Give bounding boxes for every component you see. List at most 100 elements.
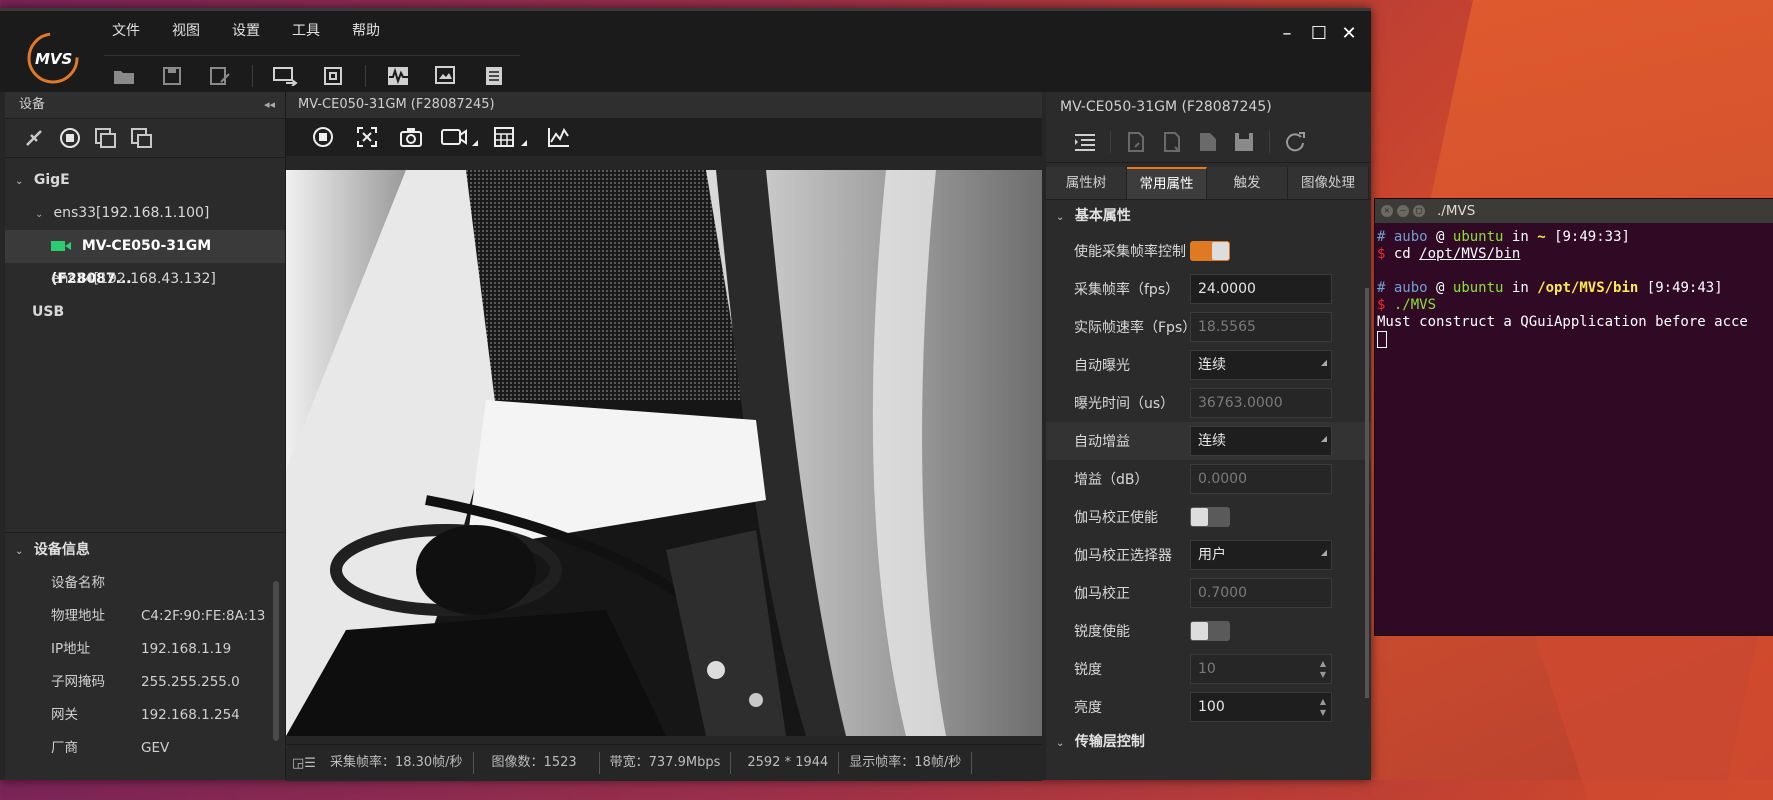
spin-arrows-icon: ▲ ▼ [1319,659,1326,679]
save-as-icon[interactable] [200,60,240,92]
prop-gamma-selector: 伽马校正选择器 用户 ◢ [1046,536,1371,574]
section-basic-properties[interactable]: ⌄ 基本属性 [1046,200,1371,232]
menu-file[interactable]: 文件 [96,17,156,45]
actual-fps-field: 18.5565 [1190,312,1332,342]
stop-grab-icon[interactable] [306,122,340,152]
auto-exposure-select[interactable]: 连续 ◢ [1190,350,1332,380]
menu-view[interactable]: 视图 [156,17,216,45]
info-row: 设备名称 [51,575,105,591]
toolbar-separator [252,65,253,87]
image-view-panel: MV-CE050-31GM (F28087245) ◲☰ 采集帧率：18.30帧… [286,92,1042,781]
tree-label: GigE [33,172,70,188]
prop-auto-gain: 自动增益 连续 ◢ [1046,422,1371,460]
brightness-stepper[interactable]: 100 ▲ ▼ [1190,692,1332,722]
save-icon[interactable] [152,60,192,92]
terminal-close-icon[interactable]: ✕ [1381,205,1393,217]
property-scrollbar[interactable] [1365,288,1369,698]
combo-arrow-icon: ◢ [1320,358,1327,367]
document-icon[interactable] [474,60,514,92]
terminal-output[interactable]: # aubo @ ubuntu in ~ [9:49:33] $ cd /opt… [1375,223,1773,355]
tab-property-tree[interactable]: 属性树 [1046,167,1127,199]
multi-device-icon[interactable] [91,124,121,152]
frame-rate-enable-toggle[interactable] [1190,241,1230,261]
prop-auto-exposure: 自动曝光 连续 ◢ [1046,346,1371,384]
menu-tools[interactable]: 工具 [276,17,336,45]
sharpness-enable-toggle[interactable] [1190,621,1230,641]
chevron-down-icon[interactable]: ⌄ [1056,202,1070,234]
chevron-down-icon[interactable]: ⌄ [15,165,29,198]
collapse-left-icon[interactable]: ◂◂ [264,92,275,118]
stop-grab-icon[interactable] [55,124,85,152]
device-panel-header: 设备 ◂◂ [5,92,285,119]
info-scrollbar[interactable] [273,581,279,741]
import-feature-icon[interactable] [1121,127,1151,157]
menu-bar: 文件 视图 设置 工具 帮助 [96,17,396,45]
camera-image[interactable] [286,170,1042,736]
histogram-icon[interactable] [542,122,576,152]
status-fps: 采集帧率：18.30帧/秒 [320,752,474,774]
tab-common-properties[interactable]: 常用属性 [1127,167,1207,199]
snapshot-camera-icon[interactable] [394,122,428,152]
camera-connected-icon [51,241,71,251]
status-resolution: 2592 * 1944 [731,752,840,774]
tree-node-usb[interactable]: USB [5,296,285,329]
device-info-title[interactable]: ⌄ 设备信息 [5,533,285,567]
sharpness-stepper: 10 ▲ ▼ [1190,654,1332,684]
save-params-icon[interactable] [1229,127,1259,157]
minimize-button[interactable]: – [1272,21,1302,45]
record-video-icon[interactable] [438,122,482,152]
toolbar-separator [1110,131,1111,153]
terminal-maximize-icon[interactable]: □ [1413,205,1425,217]
prop-frame-rate: 采集帧率（fps） 24.0000 [1046,270,1371,308]
property-list-icon[interactable] [1070,127,1100,157]
export-feature-icon[interactable] [1157,127,1187,157]
property-toolbar [1046,122,1371,163]
status-bar: ◲☰ 采集帧率：18.30帧/秒 图像数：1523 带宽：737.9Mbps 2… [286,744,1042,781]
gamma-selector-select[interactable]: 用户 ◢ [1190,540,1332,570]
tab-trigger[interactable]: 触发 [1207,167,1288,199]
gamma-enable-toggle[interactable] [1190,507,1230,527]
multi-window-icon[interactable] [127,124,157,152]
tree-node-ens34[interactable]: ens34[192.168.43.132] [5,263,285,296]
waveform-icon[interactable] [378,60,418,92]
status-bandwidth: 带宽：737.9Mbps [600,752,732,774]
section-transport-layer[interactable]: ⌄ 传输层控制 [1046,726,1371,758]
info-row: 物理地址 C4:2F:90:FE:8A:13 [51,608,266,624]
svg-text:MVS: MVS [35,50,72,68]
tree-node-gige[interactable]: ⌄ GigE [5,164,285,197]
info-row: 网关 192.168.1.254 [51,707,240,723]
tab-image-processing[interactable]: 图像处理 [1288,167,1369,199]
tree-node-camera[interactable]: MV-CE050-31GM (F28087... [5,230,285,287]
mvs-window: MVS 文件 视图 设置 工具 帮助 – ☐ ✕ 设备 ◂◂ ⌄ GigE ⌄ … [0,8,1371,781]
camera-frame-image [286,170,1042,736]
device-panel-title: 设备 [19,97,46,112]
fit-window-icon[interactable] [350,122,384,152]
spin-arrows-icon[interactable]: ▲ ▼ [1320,696,1326,718]
chevron-down-icon[interactable]: ⌄ [35,198,49,231]
grid-overlay-icon[interactable] [492,122,532,152]
open-folder-icon[interactable] [104,60,144,92]
tree-node-ens33[interactable]: ⌄ ens33[192.168.1.100] [5,197,285,230]
refresh-icon[interactable] [1280,127,1310,157]
image-edit-icon[interactable] [426,60,466,92]
auto-gain-select[interactable]: 连续 ◢ [1190,426,1332,456]
device-list-icon[interactable] [265,60,305,92]
gamma-field: 0.7000 [1190,578,1332,608]
file-icon[interactable] [1193,127,1223,157]
device-tree: ⌄ GigE ⌄ ens33[192.168.1.100] MV-CE050-3… [5,158,285,329]
view-toolbar [286,118,1042,156]
close-button[interactable]: ✕ [1334,21,1364,45]
terminal-minimize-icon[interactable]: – [1397,205,1409,217]
menu-help[interactable]: 帮助 [336,17,396,45]
combo-arrow-icon: ◢ [1320,434,1327,443]
fullscreen-icon[interactable] [313,60,353,92]
menu-settings[interactable]: 设置 [216,17,276,45]
chevron-down-icon[interactable]: ⌄ [15,535,29,569]
maximize-button[interactable]: ☐ [1304,21,1334,45]
frame-rate-input[interactable]: 24.0000 [1190,274,1332,304]
chevron-down-icon[interactable]: ⌄ [1056,728,1070,760]
tree-label: USB [32,304,65,320]
status-menu-icon[interactable]: ◲☰ [286,756,320,771]
disconnect-icon[interactable] [19,124,49,152]
prop-sharpness-enable: 锐度使能 [1046,612,1371,650]
